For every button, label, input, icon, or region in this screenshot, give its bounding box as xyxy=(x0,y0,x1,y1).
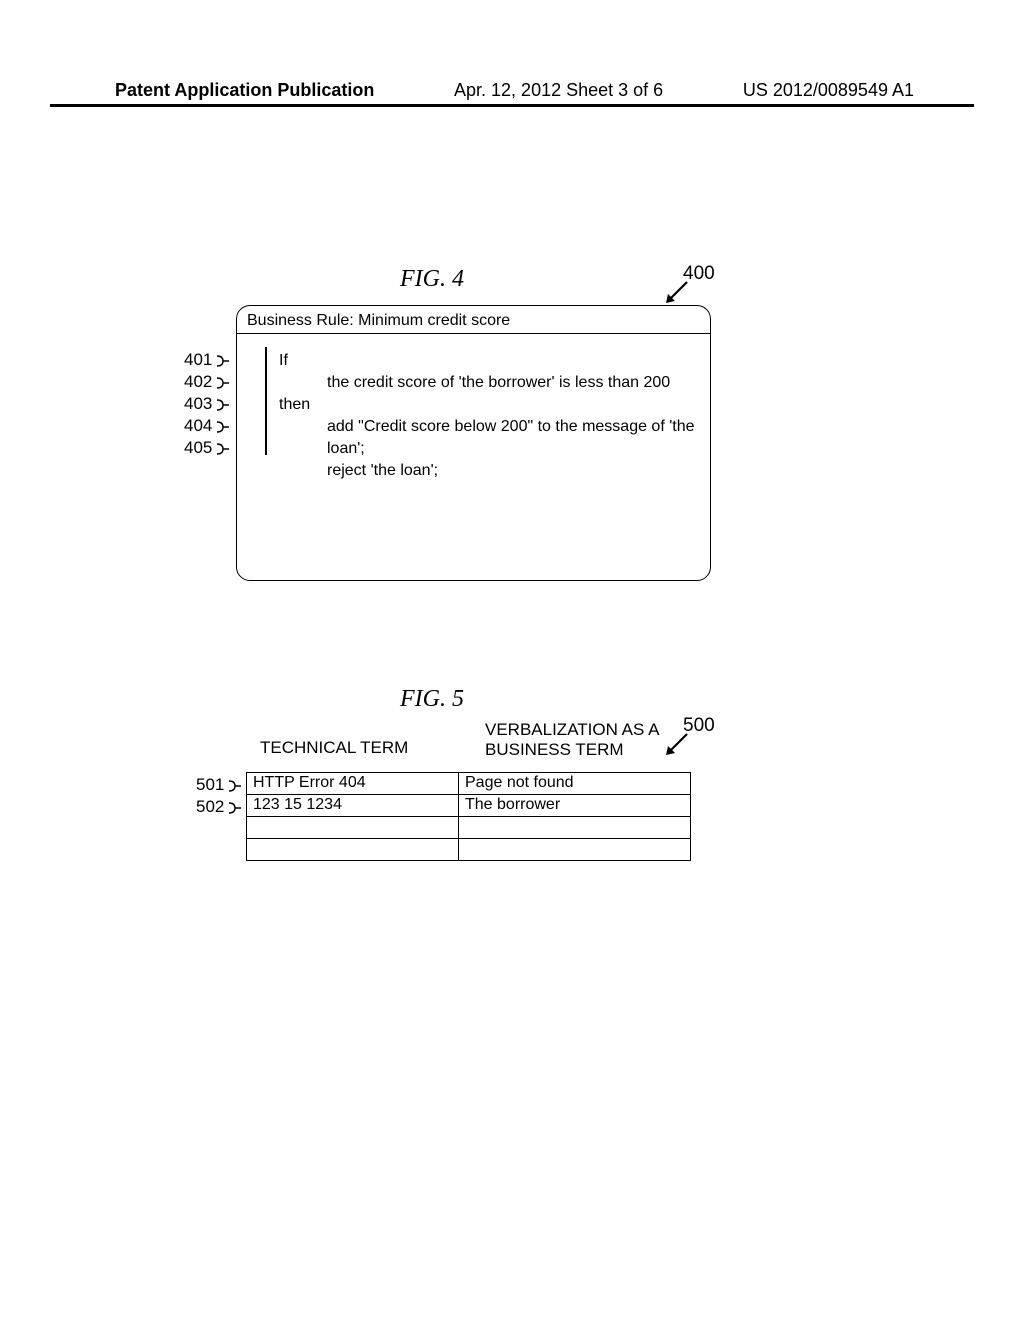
cell-verbalization xyxy=(459,817,691,839)
cell-verbalization: The borrower xyxy=(459,795,691,817)
figure-4-title: FIG. 4 xyxy=(400,266,464,293)
cell-verbalization xyxy=(459,839,691,861)
rule-line-action-1: add "Credit score below 200" to the mess… xyxy=(279,416,700,460)
callout-arrow-icon xyxy=(663,280,689,306)
brace-icon xyxy=(215,354,231,368)
header-right: US 2012/0089549 A1 xyxy=(743,80,914,101)
row-callout: 403 xyxy=(184,393,231,415)
table-row xyxy=(247,817,691,839)
header-technical-term: TECHNICAL TERM xyxy=(260,720,485,760)
row-callout: 402 xyxy=(184,371,231,393)
brace-icon xyxy=(215,420,231,434)
figure-5-row-callouts: 501 502 xyxy=(196,774,243,818)
row-callout: 404 xyxy=(184,415,231,437)
header-verbalization: VERBALIZATION AS A BUSINESS TERM xyxy=(485,720,710,760)
table-row: 123 15 1234 The borrower xyxy=(247,795,691,817)
rule-line-condition: the credit score of 'the borrower' is le… xyxy=(279,372,700,394)
business-rule-title: Business Rule: Minimum credit score xyxy=(247,312,510,330)
rule-vertical-line xyxy=(265,347,267,455)
figure-5-table: HTTP Error 404 Page not found 123 15 123… xyxy=(246,772,691,861)
header-left: Patent Application Publication xyxy=(115,80,374,101)
cell-technical xyxy=(247,817,459,839)
figure-4-rule-box: Business Rule: Minimum credit score If t… xyxy=(236,305,711,581)
row-callout: 405 xyxy=(184,437,231,459)
rule-line-if: If xyxy=(279,350,700,372)
header-center: Apr. 12, 2012 Sheet 3 of 6 xyxy=(454,80,663,101)
cell-verbalization: Page not found xyxy=(459,773,691,795)
rule-box-divider xyxy=(237,333,710,334)
figure-5-title: FIG. 5 xyxy=(400,686,464,713)
figure-5-column-headers: TECHNICAL TERM VERBALIZATION AS A BUSINE… xyxy=(260,720,710,760)
brace-icon xyxy=(227,779,243,793)
cell-technical: 123 15 1234 xyxy=(247,795,459,817)
brace-icon xyxy=(215,376,231,390)
row-callout: 502 xyxy=(196,796,243,818)
rule-line-then: then xyxy=(279,394,700,416)
rule-content: If the credit score of 'the borrower' is… xyxy=(279,350,700,482)
cell-technical: HTTP Error 404 xyxy=(247,773,459,795)
brace-icon xyxy=(215,398,231,412)
table-row xyxy=(247,839,691,861)
page-header: Patent Application Publication Apr. 12, … xyxy=(0,80,1024,101)
rule-line-action-2: reject 'the loan'; xyxy=(279,460,700,482)
row-callout: 401 xyxy=(184,349,231,371)
header-divider xyxy=(50,104,974,107)
table-row: HTTP Error 404 Page not found xyxy=(247,773,691,795)
cell-technical xyxy=(247,839,459,861)
brace-icon xyxy=(227,801,243,815)
figure-4-row-callouts: 401 402 403 404 405 xyxy=(184,349,231,459)
brace-icon xyxy=(215,442,231,456)
row-callout: 501 xyxy=(196,774,243,796)
